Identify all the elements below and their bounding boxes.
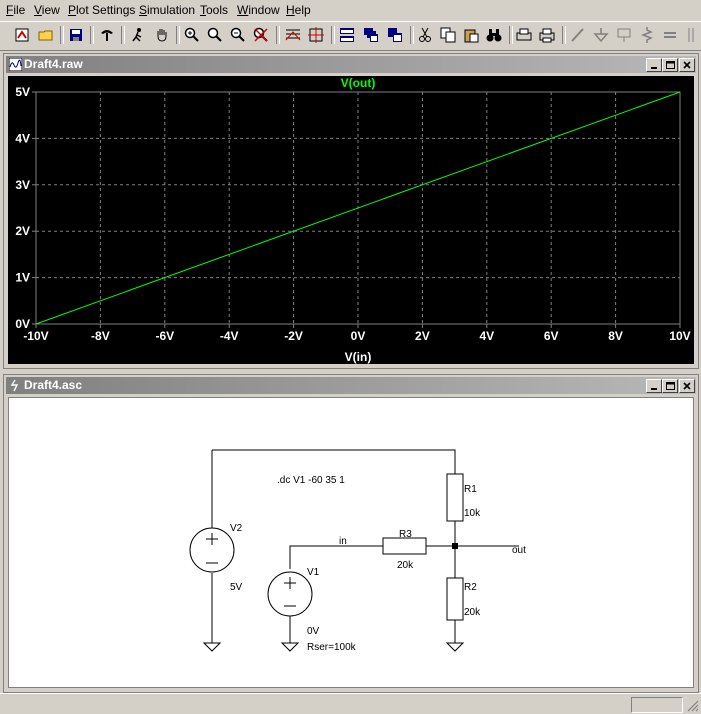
resistor-r1[interactable] bbox=[446, 473, 464, 522]
voltage-source-v1[interactable] bbox=[267, 571, 313, 617]
x-tick-label: -2V bbox=[284, 329, 303, 343]
y-tick-label: 1V bbox=[15, 271, 30, 285]
cursor-icon[interactable] bbox=[306, 25, 326, 45]
plot-pane[interactable]: -10V -8V -6V -4V -2V 0V 2V 4V 6V 8V 10V 0V 1V 2V 3V 4V 5… bbox=[8, 76, 694, 364]
schematic-window-title: Draft4.asc bbox=[24, 378, 83, 392]
x-axis-label: V(in) bbox=[345, 350, 372, 364]
y-tick-label: 0V bbox=[15, 317, 30, 331]
waveform-icon bbox=[9, 58, 22, 71]
resize-grip-icon[interactable] bbox=[687, 700, 699, 712]
waveform-chart[interactable]: -10V -8V -6V -4V -2V 0V 2V 4V 6V 8V 10V 0V 1V 2V 3V 4V 5… bbox=[8, 76, 694, 364]
minimize-button[interactable] bbox=[646, 379, 662, 393]
r3-name[interactable]: R3 bbox=[399, 529, 412, 540]
zoom-out-icon[interactable] bbox=[228, 25, 248, 45]
inductor-icon[interactable] bbox=[681, 25, 701, 45]
schematic-canvas[interactable]: V2 5V V1 0V Rser=100k R1 10k R2 20k R3 2… bbox=[8, 397, 694, 688]
ground-icon[interactable] bbox=[591, 25, 611, 45]
r3-value[interactable]: 20k bbox=[397, 560, 414, 571]
x-tick-label: 0V bbox=[351, 329, 366, 343]
x-tick-label: -8V bbox=[91, 329, 110, 343]
cut-icon[interactable] bbox=[415, 25, 435, 45]
tile-horizontal-icon[interactable] bbox=[337, 25, 357, 45]
close-button[interactable] bbox=[679, 379, 695, 393]
print-preview-icon[interactable] bbox=[514, 25, 534, 45]
autorange-icon[interactable] bbox=[283, 25, 303, 45]
x-tick-label: -10V bbox=[23, 329, 48, 343]
save-icon[interactable] bbox=[66, 25, 86, 45]
zoom-icon[interactable] bbox=[205, 25, 225, 45]
menu-view[interactable]: View bbox=[34, 3, 60, 17]
zoom-in-icon[interactable] bbox=[182, 25, 202, 45]
pan-hand-icon[interactable] bbox=[152, 25, 172, 45]
v1-name[interactable]: V1 bbox=[307, 567, 320, 578]
resistor-icon[interactable] bbox=[637, 25, 657, 45]
series-line-vout[interactable] bbox=[35, 91, 681, 325]
x-tick-label: 6V bbox=[544, 329, 559, 343]
schematic-window: Draft4.asc V2 5V V1 0V Rser=100k R1 10k … bbox=[3, 374, 699, 693]
minimize-button[interactable] bbox=[646, 58, 662, 72]
plot-window-titlebar[interactable]: Draft4.raw bbox=[6, 56, 696, 73]
zoom-cancel-icon[interactable] bbox=[251, 25, 271, 45]
maximize-button[interactable] bbox=[662, 58, 678, 72]
r1-name[interactable]: R1 bbox=[464, 484, 477, 495]
r2-name[interactable]: R2 bbox=[464, 582, 477, 593]
net-label-out[interactable]: out bbox=[512, 545, 526, 556]
x-tick-label: 4V bbox=[479, 329, 494, 343]
menu-tools[interactable]: Tools bbox=[200, 3, 228, 17]
menu-simulation[interactable]: Simulation bbox=[139, 3, 195, 17]
print-icon[interactable] bbox=[537, 25, 557, 45]
cascade-icon[interactable] bbox=[361, 25, 381, 45]
net-label-in[interactable]: in bbox=[339, 536, 347, 547]
find-binoculars-icon[interactable] bbox=[484, 25, 504, 45]
x-tick-label: -6V bbox=[155, 329, 174, 343]
plot-window-title: Draft4.raw bbox=[24, 57, 83, 71]
junction-dot bbox=[452, 543, 458, 549]
menu-bar: File View Plot Settings Simulation Tools Wind… bbox=[0, 0, 701, 20]
status-panel bbox=[631, 697, 683, 713]
y-tick-label: 5V bbox=[15, 85, 30, 99]
r2-value[interactable]: 20k bbox=[464, 607, 481, 618]
open-schematic-icon[interactable] bbox=[12, 25, 32, 45]
tile-vertical-icon[interactable] bbox=[385, 25, 405, 45]
trace-label[interactable]: V(out) bbox=[341, 76, 376, 90]
voltage-source-v2[interactable] bbox=[189, 527, 235, 573]
resistor-r2[interactable] bbox=[446, 577, 464, 621]
toolbar bbox=[0, 21, 701, 51]
v1-value[interactable]: 0V bbox=[307, 626, 320, 637]
v1-rser[interactable]: Rser=100k bbox=[307, 642, 357, 653]
x-tick-label: -4V bbox=[220, 329, 239, 343]
menu-window[interactable]: Window bbox=[237, 3, 280, 17]
maximize-button[interactable] bbox=[662, 379, 678, 393]
x-tick-label: 2V bbox=[415, 329, 430, 343]
v2-name[interactable]: V2 bbox=[230, 523, 243, 534]
copy-icon[interactable] bbox=[438, 25, 458, 45]
y-tick-label: 2V bbox=[15, 224, 30, 238]
label-net-icon[interactable] bbox=[614, 25, 634, 45]
schematic-icon bbox=[10, 379, 19, 392]
menu-file[interactable]: File bbox=[6, 3, 25, 17]
status-bar bbox=[0, 693, 701, 714]
x-tick-label: 10V bbox=[669, 329, 690, 343]
draw-wire-icon[interactable] bbox=[568, 25, 588, 45]
r1-value[interactable]: 10k bbox=[464, 508, 481, 519]
v2-value[interactable]: 5V bbox=[230, 582, 243, 593]
plot-window: Draft4.raw -10V -8V -6V -4V -2V 0V 2V 4V 6V 8V 10V… bbox=[3, 53, 699, 369]
paste-icon[interactable] bbox=[461, 25, 481, 45]
y-tick-label: 4V bbox=[15, 131, 30, 145]
resistor-r3[interactable] bbox=[382, 537, 427, 555]
menu-plot-settings[interactable]: Plot Settings bbox=[68, 3, 135, 17]
spice-directive[interactable]: .dc V1 -60 35 1 bbox=[277, 475, 345, 486]
run-icon[interactable] bbox=[128, 25, 148, 45]
menu-help[interactable]: Help bbox=[286, 3, 311, 17]
schematic-drawing[interactable]: V2 5V V1 0V Rser=100k R1 10k R2 20k R3 2… bbox=[9, 398, 693, 687]
capacitor-icon[interactable] bbox=[660, 25, 680, 45]
schematic-window-titlebar[interactable]: Draft4.asc bbox=[6, 377, 696, 394]
open-folder-icon[interactable] bbox=[36, 25, 56, 45]
close-button[interactable] bbox=[679, 58, 695, 72]
control-panel-icon[interactable] bbox=[97, 25, 117, 45]
y-tick-label: 3V bbox=[15, 178, 30, 192]
x-tick-label: 8V bbox=[608, 329, 623, 343]
